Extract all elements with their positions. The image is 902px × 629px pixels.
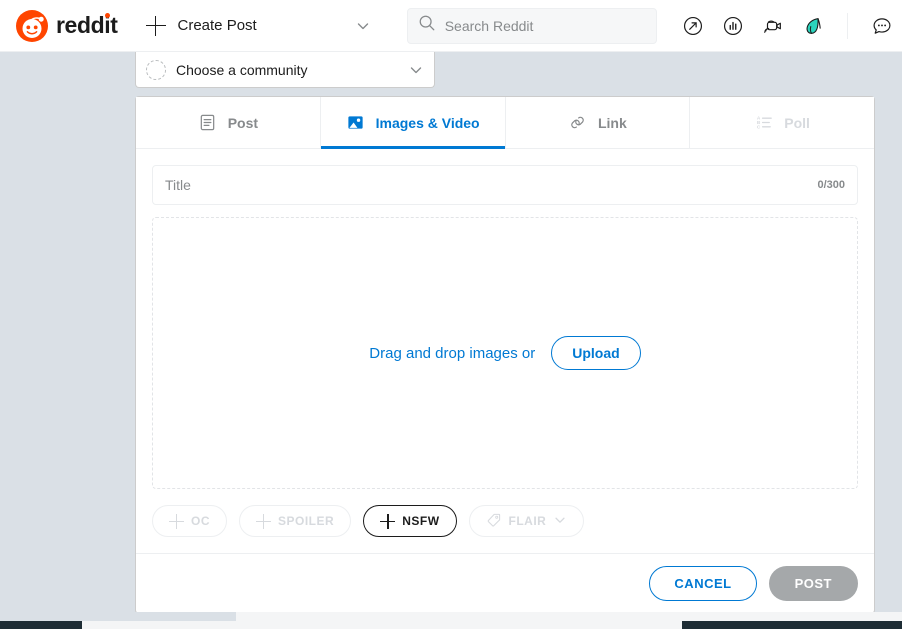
spoiler-tag-button: SPOILER [239, 505, 352, 537]
nsfw-tag-label: NSFW [402, 514, 440, 528]
chevron-down-icon [553, 513, 567, 530]
tag-icon [486, 512, 502, 531]
image-icon [346, 113, 366, 133]
flair-tag-label: FLAIR [508, 514, 547, 528]
create-post-card: Post Images & Video Link A B C Poll Titl… [135, 96, 875, 612]
reddit-alien-logo-icon [16, 9, 48, 42]
bottom-strip-left [0, 612, 236, 621]
bottom-strip [0, 612, 902, 621]
community-avatar-icon [146, 59, 166, 80]
plus-icon [169, 513, 184, 529]
tab-images-and-video[interactable]: Images & Video [320, 97, 506, 149]
nav-icon-group [681, 12, 894, 39]
reddit-home-link[interactable]: reddit [16, 9, 118, 42]
oc-tag-button: OC [152, 505, 227, 537]
search-icon [418, 14, 436, 37]
live-video-icon[interactable] [761, 14, 785, 38]
spoiler-tag-label: SPOILER [278, 514, 335, 528]
dropzone-label: Drag and drop images or [369, 344, 536, 362]
reddit-wordmark: reddit [56, 12, 118, 38]
chart-icon[interactable] [721, 14, 745, 38]
post-type-tabs: Post Images & Video Link A B C Poll [136, 97, 874, 149]
image-dropzone[interactable]: Drag and drop images or Upload [152, 217, 858, 489]
title-field[interactable]: 0/300 [152, 165, 858, 205]
chevron-down-icon[interactable] [355, 18, 371, 34]
page-body: Choose a community Post Images & Video L… [0, 52, 902, 612]
post-button: POST [768, 566, 858, 601]
comet-badge-icon[interactable] [801, 14, 825, 38]
svg-text:C: C [757, 124, 761, 130]
plus-icon [380, 513, 396, 529]
card-body: 0/300 Drag and drop images or Upload OC … [136, 149, 874, 553]
plus-icon [145, 15, 166, 36]
tab-link[interactable]: Link [505, 97, 691, 148]
tab-post-label: Post [227, 114, 259, 131]
tag-button-row: OC SPOILER NSFW FLAIR [152, 489, 858, 553]
chevron-down-icon [408, 62, 424, 78]
search-input[interactable] [444, 17, 646, 34]
oc-tag-label: OC [191, 514, 210, 528]
tab-link-label: Link [597, 114, 627, 131]
cancel-button[interactable]: CANCEL [649, 566, 757, 601]
horizontal-scrollbar-thumb[interactable] [82, 621, 682, 629]
create-post-label: Create Post [177, 17, 257, 34]
top-navigation-bar: reddit Create Post [0, 0, 902, 52]
nsfw-tag-button[interactable]: NSFW [363, 505, 457, 537]
title-input[interactable] [165, 177, 818, 193]
tab-post[interactable]: Post [136, 97, 321, 148]
horizontal-scrollbar[interactable] [0, 621, 902, 629]
community-selector[interactable]: Choose a community [135, 52, 435, 88]
plus-icon [256, 513, 271, 529]
title-char-counter: 0/300 [817, 179, 845, 191]
poll-list-icon: A B C [754, 113, 774, 133]
upload-button[interactable]: Upload [551, 336, 641, 370]
tab-poll: A B C Poll [690, 97, 874, 148]
search-bar[interactable] [406, 7, 657, 44]
flair-tag-button: FLAIR [468, 505, 585, 537]
link-chain-icon [568, 113, 588, 133]
community-selector-label: Choose a community [176, 61, 308, 78]
document-lines-icon [198, 113, 218, 133]
wordmark-dot [104, 13, 110, 18]
create-post-entry[interactable]: Create Post [145, 15, 257, 36]
create-post-column: Choose a community Post Images & Video L… [135, 52, 875, 612]
tab-poll-label: Poll [784, 114, 810, 131]
popular-icon[interactable] [681, 14, 705, 38]
tab-images-and-video-label: Images & Video [375, 114, 480, 131]
chat-bubble-icon[interactable] [870, 14, 894, 38]
nav-divider [846, 12, 848, 39]
card-footer: CANCEL POST [136, 553, 874, 612]
